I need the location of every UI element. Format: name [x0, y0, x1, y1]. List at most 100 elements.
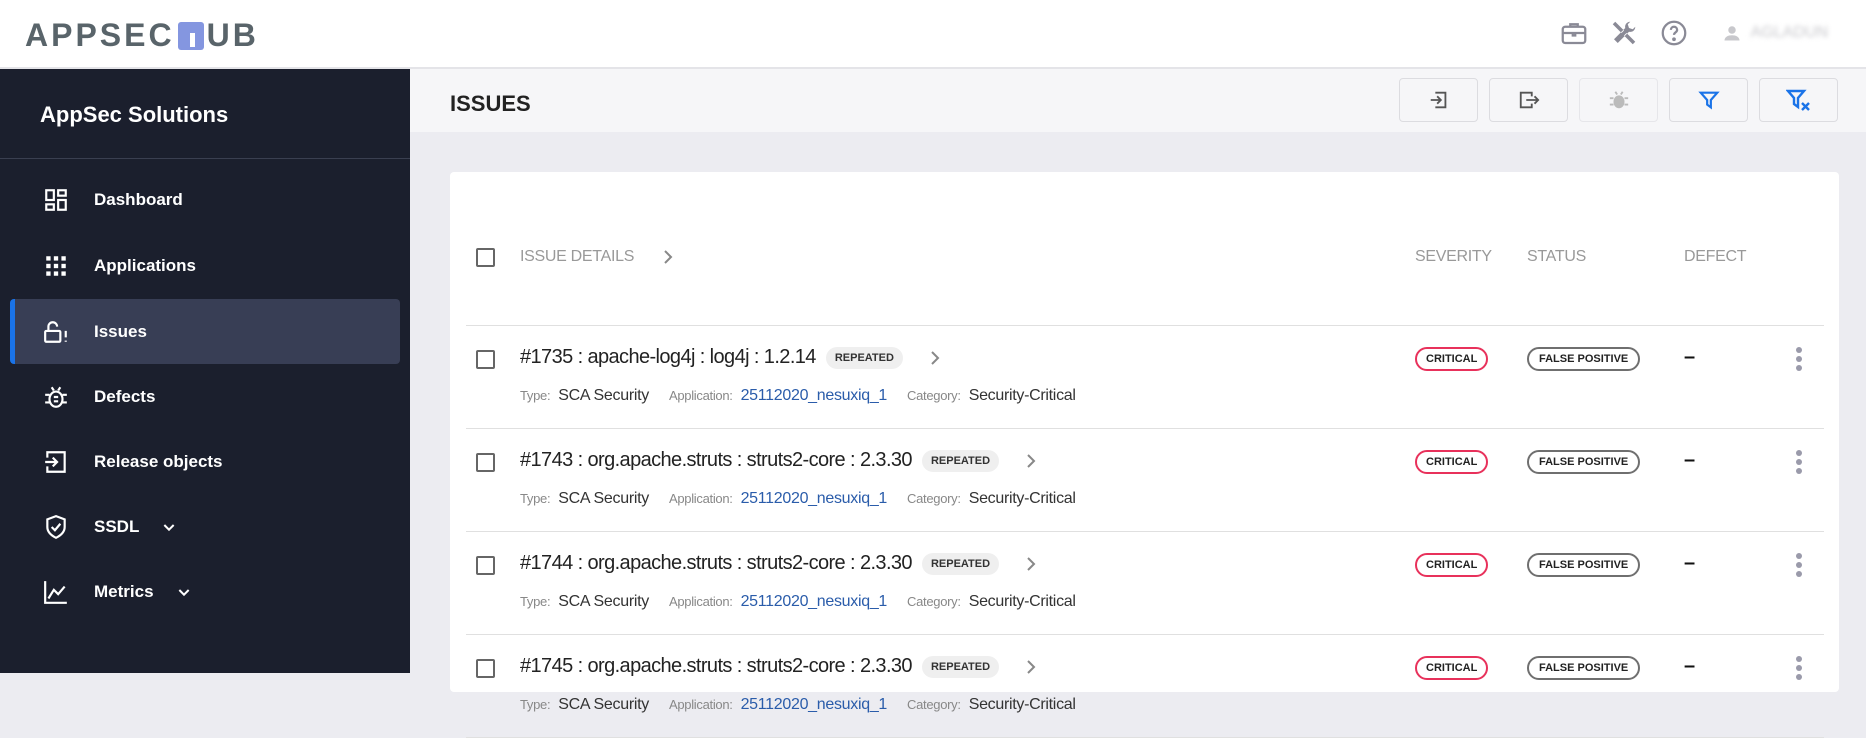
row-checkbox[interactable] — [476, 350, 495, 369]
defect-value: – — [1684, 346, 1696, 368]
repeated-badge: REPEATED — [921, 655, 1000, 678]
select-all-checkbox[interactable] — [476, 248, 495, 267]
defect-value: – — [1684, 552, 1696, 574]
application-link[interactable]: 25112020_nesuxiq_1 — [741, 593, 888, 611]
bug-icon — [1609, 91, 1628, 109]
type-label: Type: — [520, 388, 551, 403]
category-value: Security-Critical — [968, 593, 1076, 610]
more-vertical-icon[interactable] — [1793, 346, 1805, 372]
status-badge[interactable]: FALSE POSITIVE — [1527, 553, 1641, 577]
sidebar-item-label: Applications — [94, 255, 197, 275]
application-link[interactable]: 25112020_nesuxiq_1 — [741, 696, 888, 714]
tools-icon[interactable] — [1609, 18, 1639, 48]
application-label: Application: — [668, 594, 733, 609]
create-defect-button[interactable] — [1579, 78, 1658, 122]
sidebar-item-applications[interactable]: Applications — [10, 233, 400, 298]
issue-title[interactable]: #1744 : org.apache.struts : struts2-core… — [520, 552, 913, 575]
type-value: SCA Security — [558, 593, 649, 610]
type-label: Type: — [520, 594, 551, 609]
application-label: Application: — [668, 697, 733, 712]
page-title: ISSUES — [450, 91, 531, 116]
repeated-badge: REPEATED — [921, 552, 1000, 575]
user-menu[interactable]: AGLADUN — [1723, 24, 1828, 42]
category-value: Security-Critical — [968, 490, 1076, 507]
sidebar-item-metrics[interactable]: Metrics — [10, 559, 400, 624]
sidebar-item-label: SSDL — [94, 516, 140, 536]
application-link[interactable]: 25112020_nesuxiq_1 — [741, 490, 888, 508]
table-row: #1745 : org.apache.struts : struts2-core… — [450, 635, 1839, 738]
chevron-right-icon[interactable] — [1025, 556, 1037, 572]
toolbar: ISSUES — [410, 69, 1866, 132]
application-link[interactable]: 25112020_nesuxiq_1 — [741, 387, 888, 405]
shield-check-icon — [46, 514, 66, 539]
type-value: SCA Security — [558, 490, 649, 507]
header-issue-details[interactable]: ISSUE DETAILS — [520, 248, 674, 266]
top-bar: APPSEC UB AGLADUN — [0, 0, 1866, 69]
sidebar-item-label: Metrics — [94, 581, 154, 601]
issue-title[interactable]: #1743 : org.apache.struts : struts2-core… — [520, 449, 913, 472]
sidebar-item-label: Dashboard — [94, 189, 183, 209]
row-checkbox[interactable] — [476, 556, 495, 575]
clear-filter-button[interactable] — [1759, 78, 1838, 122]
row-checkbox[interactable] — [476, 659, 495, 678]
issue-title[interactable]: #1735 : apache-log4j : log4j : 1.2.14 — [520, 346, 816, 369]
row-checkbox[interactable] — [476, 453, 495, 472]
status-badge[interactable]: FALSE POSITIVE — [1527, 347, 1641, 371]
sidebar-item-issues[interactable]: Issues — [10, 299, 400, 364]
org-name: AppSec Solutions — [40, 102, 229, 127]
table-row: #1735 : apache-log4j : log4j : 1.2.14 RE… — [450, 326, 1839, 429]
issue-title[interactable]: #1745 : org.apache.struts : struts2-core… — [520, 655, 913, 678]
severity-badge: CRITICAL — [1415, 450, 1489, 474]
sidebar-item-label: Defects — [94, 386, 156, 406]
export-icon — [1519, 91, 1539, 109]
status-badge[interactable]: FALSE POSITIVE — [1527, 656, 1641, 680]
more-vertical-icon[interactable] — [1793, 449, 1805, 475]
severity-badge: CRITICAL — [1415, 656, 1489, 680]
type-label: Type: — [520, 697, 551, 712]
dashboard-icon — [45, 188, 67, 211]
sidebar-item-ssdl[interactable]: SSDL — [10, 494, 400, 559]
chevron-right-icon[interactable] — [1025, 659, 1037, 675]
category-value: Security-Critical — [968, 696, 1076, 713]
category-label: Category: — [907, 594, 961, 609]
briefcase-icon[interactable] — [1559, 18, 1589, 48]
repeated-badge: REPEATED — [825, 346, 903, 369]
status-badge[interactable]: FALSE POSITIVE — [1527, 450, 1641, 474]
sidebar-item-defects[interactable]: Defects — [10, 364, 400, 429]
category-label: Category: — [907, 491, 961, 506]
sidebar-item-dashboard[interactable]: Dashboard — [10, 167, 400, 232]
severity-badge: CRITICAL — [1415, 553, 1489, 577]
table-row: #1743 : org.apache.struts : struts2-core… — [450, 429, 1839, 532]
import-icon — [1430, 91, 1446, 109]
type-label: Type: — [520, 491, 551, 506]
repeated-badge: REPEATED — [921, 449, 1000, 472]
sidebar-item-release-objects[interactable]: Release objects — [10, 429, 400, 494]
more-vertical-icon[interactable] — [1793, 655, 1805, 681]
sidebar: AppSec Solutions Dashboard Applications … — [0, 69, 410, 673]
import-icon — [45, 450, 66, 473]
chart-line-icon — [44, 580, 67, 604]
main-content: ISSUES ISSUE DETAILS SEVERITY STATUS DEF… — [410, 69, 1866, 738]
divider — [0, 158, 410, 159]
filter-icon — [1697, 91, 1720, 110]
logo[interactable]: APPSEC UB — [25, 17, 259, 54]
sidebar-item-label: Issues — [94, 321, 147, 341]
application-label: Application: — [668, 388, 733, 403]
defect-value: – — [1684, 449, 1696, 471]
category-label: Category: — [907, 697, 961, 712]
more-vertical-icon[interactable] — [1793, 552, 1805, 578]
defect-value: – — [1684, 655, 1696, 677]
filter-button[interactable] — [1669, 78, 1748, 122]
application-label: Application: — [668, 491, 733, 506]
apps-grid-icon — [46, 255, 66, 276]
import-button[interactable] — [1399, 78, 1478, 122]
chevron-right-icon[interactable] — [1025, 453, 1037, 469]
issues-table: ISSUE DETAILS SEVERITY STATUS DEFECT #17… — [450, 172, 1839, 738]
chevron-right-icon[interactable] — [929, 350, 941, 366]
chevron-down-icon — [163, 523, 175, 531]
type-value: SCA Security — [558, 387, 649, 404]
filter-clear-icon — [1785, 89, 1810, 111]
header-severity: SEVERITY — [1415, 248, 1492, 265]
export-button[interactable] — [1489, 78, 1568, 122]
help-icon[interactable] — [1659, 18, 1689, 48]
